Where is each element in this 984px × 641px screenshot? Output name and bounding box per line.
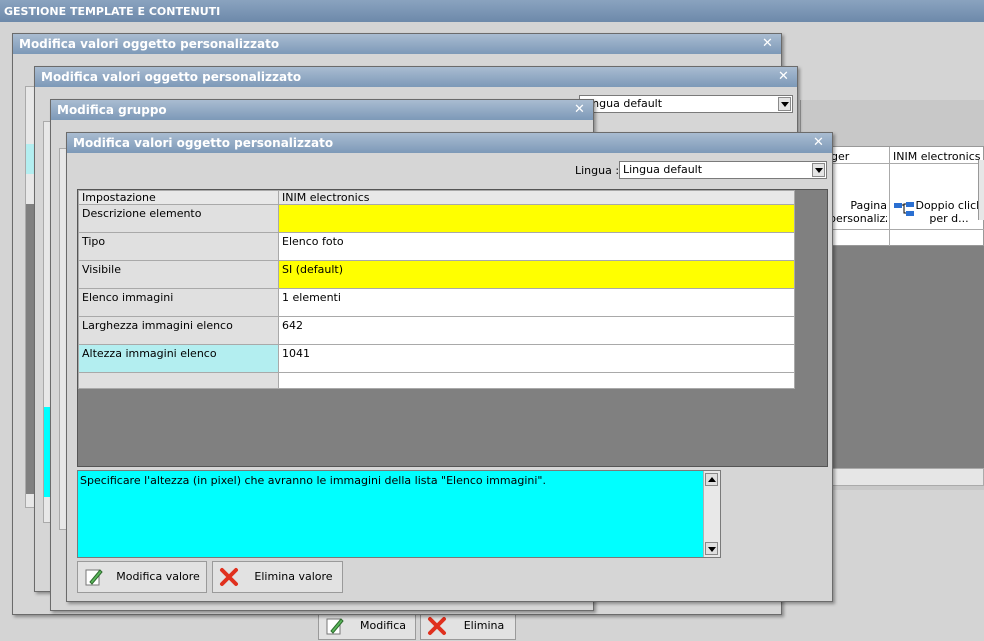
grid-header-value[interactable]: INIM electronics [278,190,795,205]
col-header-manager: ger [831,150,850,163]
grid-row-name: Tipo [78,232,279,261]
delete-icon [220,568,238,586]
close-icon[interactable]: ✕ [812,136,825,149]
grid-row-value[interactable] [278,372,795,389]
grid-row-name [78,372,279,389]
close-icon[interactable]: ✕ [777,70,790,83]
grid-row[interactable]: Descrizione elemento [78,204,795,233]
tree-icon [894,202,914,216]
edit-icon [85,569,103,586]
dialog-front: Modifica valori oggetto personalizzato ✕… [66,132,833,602]
grid-header-impostazione[interactable]: Impostazione [78,190,279,205]
grid-row-name: Larghezza immagini elenco [78,316,279,345]
grid-row[interactable]: Elenco immagini 1 elementi [78,288,795,317]
edit-icon [326,618,344,635]
lingua-select-value: Lingua default [623,163,703,176]
app-title: GESTIONE TEMPLATE E CONTENUTI [4,5,221,18]
grid-row-value[interactable]: 642 [278,316,795,345]
grid-row-selected[interactable]: Altezza immagini elenco 1041 [78,344,795,373]
dialog-back-2-lingua-select[interactable]: Lingua default [579,95,793,113]
dialog-modifica-gruppo-title-bar: Modifica gruppo ✕ [51,100,593,120]
dialog-front-title: Modifica valori oggetto personalizzato [73,136,334,150]
grid-row[interactable]: Tipo Elenco foto [78,232,795,261]
description-box: Specificare l'altezza (in pixel) che avr… [77,470,721,558]
modifica-valore-button[interactable]: Modifica valore [77,561,207,593]
lingua-select[interactable]: Lingua default [619,161,827,179]
dialog-back-2-lingua-value: Lingua default [583,97,663,110]
dialog-front-title-bar: Modifica valori oggetto personalizzato ✕ [67,133,832,153]
properties-grid: Impostazione INIM electronics Descrizion… [77,189,828,467]
grid-row-value[interactable]: 1 elementi [278,288,795,317]
cell-doppio[interactable]: Doppio click per d... [915,199,983,225]
elimina-valore-button[interactable]: Elimina valore [212,561,343,593]
description-scrollbar[interactable] [703,471,720,557]
grid-row-name: Altezza immagini elenco [78,344,279,373]
dialog-modifica-gruppo-title: Modifica gruppo [57,103,167,117]
grid-row-name: Descrizione elemento [78,204,279,233]
grid-row-value[interactable]: SI (default) [278,260,795,289]
elimina-valore-label: Elimina valore [254,570,333,583]
scroll-up-icon[interactable] [705,473,718,486]
scroll-down-icon[interactable] [705,542,718,555]
modifica-valore-label: Modifica valore [116,570,200,583]
dialog-back-1-title-bar: Modifica valori oggetto personalizzato ✕ [13,34,781,54]
dialog-back-1-title: Modifica valori oggetto personalizzato [19,37,280,51]
dialog-back-2-title: Modifica valori oggetto personalizzato [41,70,302,84]
grid-row[interactable]: Larghezza immagini elenco 642 [78,316,795,345]
grid-row[interactable] [78,372,795,389]
grid-row-value[interactable] [278,204,795,233]
chevron-down-icon[interactable] [812,163,825,177]
dialog-back-2-title-bar: Modifica valori oggetto personalizzato ✕ [35,67,797,87]
grid-header-row: Impostazione INIM electronics [78,190,795,205]
description-text: Specificare l'altezza (in pixel) che avr… [80,474,546,487]
close-icon[interactable]: ✕ [573,103,586,116]
grid-row-value[interactable]: 1041 [278,344,795,373]
lingua-label: Lingua : [575,164,620,177]
chevron-down-icon[interactable] [778,97,791,111]
properties-table: Impostazione INIM electronics Descrizion… [78,190,795,389]
grid-row-value[interactable]: Elenco foto [278,232,795,261]
grid-row[interactable]: Visibile SI (default) [78,260,795,289]
close-icon[interactable]: ✕ [761,37,774,50]
app-title-bar: GESTIONE TEMPLATE E CONTENUTI [0,0,984,22]
grid-row-name: Visibile [78,260,279,289]
background-right-edge [978,160,984,220]
grid-row-name: Elenco immagini [78,288,279,317]
col-header-inim: INIM electronics [893,150,981,163]
delete-icon [428,617,446,635]
col-divider [889,147,890,247]
cell-pagina[interactable]: Pagina personalizz... [829,199,887,225]
